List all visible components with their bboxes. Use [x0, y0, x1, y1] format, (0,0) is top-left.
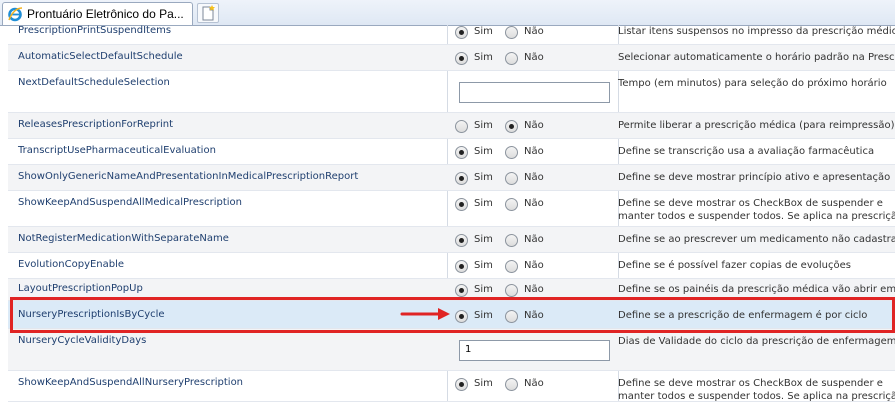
tab-title: Prontuário Eletrônico do Pa...	[27, 7, 184, 21]
table-row: EvolutionCopyEnable Sim Não Define se é pos…	[8, 253, 895, 279]
table-row: ReleasesPrescriptionForReprint Sim Não Perm…	[8, 113, 895, 139]
radio-sim-label[interactable]: Sim	[474, 378, 493, 389]
radio-sim[interactable]	[455, 26, 468, 39]
setting-description: Define se deve mostrar princípio ativo e…	[618, 172, 891, 183]
table-row: TranscriptUsePharmaceuticalEvaluation Sim…	[8, 139, 895, 165]
table-row: NurseryCycleValidityDays 1 Dias de Validad…	[8, 329, 895, 371]
radio-sim[interactable]	[455, 284, 468, 297]
radio-sim-label[interactable]: Sim	[474, 260, 493, 271]
setting-description: manter todos e suspender todos. Se aplic…	[618, 211, 895, 222]
setting-description: Define se deve mostrar os CheckBox de su…	[618, 378, 883, 389]
radio-nao-label[interactable]: Não	[524, 120, 544, 131]
radio-sim-label[interactable]: Sim	[474, 26, 493, 37]
setting-value-input[interactable]	[459, 82, 610, 103]
setting-name: ReleasesPrescriptionForReprint	[18, 119, 174, 130]
radio-sim[interactable]	[455, 146, 468, 159]
radio-sim[interactable]	[455, 120, 468, 133]
setting-description: Permite liberar a prescrição médica (par…	[618, 120, 895, 131]
radio-nao-label[interactable]: Não	[524, 172, 544, 183]
radio-nao-label[interactable]: Não	[524, 52, 544, 63]
radio-nao-label[interactable]: Não	[524, 26, 544, 37]
table-row: AutomaticSelectDefaultSchedule Sim Não Sele…	[8, 45, 895, 71]
radio-sim-label[interactable]: Sim	[474, 146, 493, 157]
radio-nao[interactable]	[505, 26, 518, 39]
browser-tab-strip: Prontuário Eletrônico do Pa...	[0, 0, 895, 26]
radio-sim[interactable]	[455, 234, 468, 247]
table-row: ShowOnlyGenericNameAndPresentationInMedi…	[8, 165, 895, 191]
new-tab-button[interactable]	[197, 3, 219, 23]
radio-sim[interactable]	[455, 378, 468, 391]
radio-nao-label[interactable]: Não	[524, 260, 544, 271]
radio-sim-label[interactable]: Sim	[474, 284, 493, 295]
table-row: NotRegisterMedicationWithSeparateName Sim…	[8, 227, 895, 253]
setting-name: LayoutPrescriptionPopUp	[18, 283, 143, 294]
setting-value-input[interactable]: 1	[459, 340, 610, 361]
table-row: ShowKeepAndSuspendAllNurseryPrescription…	[8, 371, 895, 402]
radio-nao-label[interactable]: Não	[524, 234, 544, 245]
radio-sim-label[interactable]: Sim	[474, 234, 493, 245]
radio-sim-label[interactable]: Sim	[474, 198, 493, 209]
radio-sim[interactable]	[455, 260, 468, 273]
radio-nao[interactable]	[505, 146, 518, 159]
setting-description: Listar itens suspensos no impresso da pr…	[618, 26, 895, 37]
setting-description: manter todos e suspender todos. Se aplic…	[618, 391, 895, 402]
setting-description: Define se ao prescrever um medicamento n…	[618, 234, 895, 245]
radio-nao-label[interactable]: Não	[524, 146, 544, 157]
radio-nao[interactable]	[505, 378, 518, 391]
radio-nao[interactable]	[505, 284, 518, 297]
radio-sim-label[interactable]: Sim	[474, 120, 493, 131]
setting-name: EvolutionCopyEnable	[18, 259, 125, 270]
radio-nao-label[interactable]: Não	[524, 198, 544, 209]
setting-description: Define se os painéis da prescrição médic…	[618, 284, 895, 295]
radio-nao[interactable]	[505, 52, 518, 65]
setting-description: Tempo (em minutos) para seleção do próxi…	[618, 78, 887, 89]
red-arrow-annotation	[400, 308, 450, 320]
radio-sim-label[interactable]: Sim	[474, 172, 493, 183]
setting-description: Define se transcrição usa a avaliação fa…	[618, 146, 875, 157]
radio-sim[interactable]	[455, 52, 468, 65]
setting-name: NurseryCycleValidityDays	[18, 335, 147, 346]
setting-name: NotRegisterMedicationWithSeparateName	[18, 233, 229, 244]
radio-sim-label[interactable]: Sim	[474, 52, 493, 63]
highlight-box	[10, 297, 895, 333]
setting-name: NextDefaultScheduleSelection	[18, 77, 170, 88]
setting-name: TranscriptUsePharmaceuticalEvaluation	[18, 145, 216, 156]
table-row: PrescriptionPrintSuspendItems Sim Não Lista…	[8, 25, 895, 45]
setting-description: Dias de Validade do ciclo da prescrição …	[618, 336, 895, 347]
radio-nao[interactable]	[505, 260, 518, 273]
setting-name: ShowOnlyGenericNameAndPresentationInMedi…	[18, 171, 359, 182]
browser-tab[interactable]: Prontuário Eletrônico do Pa...	[2, 2, 193, 25]
new-tab-icon	[202, 5, 215, 21]
radio-nao[interactable]	[505, 172, 518, 185]
internet-explorer-icon	[8, 7, 23, 22]
table-row: ShowKeepAndSuspendAllMedicalPrescription…	[8, 191, 895, 227]
radio-nao-label[interactable]: Não	[524, 284, 544, 295]
radio-nao[interactable]	[505, 120, 518, 133]
radio-nao[interactable]	[505, 234, 518, 247]
setting-description: Define se deve mostrar os CheckBox de su…	[618, 198, 883, 209]
radio-sim[interactable]	[455, 172, 468, 185]
table-row: NextDefaultScheduleSelection Tempo (em mi…	[8, 71, 895, 113]
radio-nao-label[interactable]: Não	[524, 378, 544, 389]
setting-description: Selecionar automaticamente o horário pad…	[618, 52, 895, 63]
radio-nao[interactable]	[505, 198, 518, 211]
setting-name: ShowKeepAndSuspendAllMedicalPrescription	[18, 197, 243, 208]
setting-description: Define se é possível fazer copias de evo…	[618, 260, 851, 271]
setting-name: PrescriptionPrintSuspendItems	[18, 25, 172, 36]
setting-name: ShowKeepAndSuspendAllNurseryPrescription	[18, 377, 244, 388]
setting-name: AutomaticSelectDefaultSchedule	[18, 51, 183, 62]
radio-sim[interactable]	[455, 198, 468, 211]
